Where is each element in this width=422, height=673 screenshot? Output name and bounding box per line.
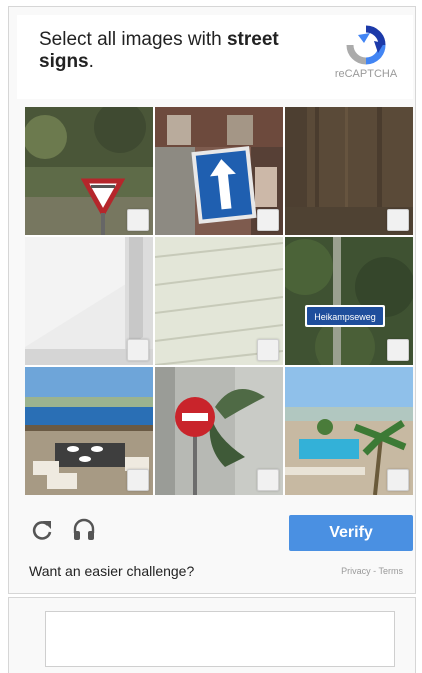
image-tile-2[interactable] [155,107,283,235]
street-sign-text: Heikampseweg [314,312,376,322]
tile-checkbox[interactable] [387,469,409,491]
tile-checkbox[interactable] [257,209,279,231]
tile-checkbox[interactable] [257,339,279,361]
tile-checkbox[interactable] [127,209,149,231]
image-tile-1[interactable] [25,107,153,235]
response-container [8,597,416,673]
image-tile-8[interactable] [155,367,283,495]
separator: - [370,566,379,576]
recaptcha-challenge-frame: Select all images with street signs. reC… [8,6,416,594]
tile-checkbox[interactable] [127,469,149,491]
tile-checkbox[interactable] [387,339,409,361]
headphones-icon[interactable] [71,517,97,543]
easier-challenge-link[interactable]: Want an easier challenge? [29,563,194,579]
response-field[interactable] [45,611,395,667]
image-tile-4[interactable] [25,237,153,365]
verify-button[interactable]: Verify [289,515,413,551]
image-tile-6[interactable]: Heikampseweg [285,237,413,365]
challenge-prompt: Select all images with street signs. [39,29,299,73]
image-tile-5[interactable] [155,237,283,365]
recaptcha-logo: reCAPTCHA [331,25,401,80]
recaptcha-label: reCAPTCHA [334,68,398,80]
prompt-text: Select all images with [39,29,227,50]
prompt-suffix: . [88,51,94,72]
challenge-tools [29,517,97,543]
image-tile-3[interactable] [285,107,413,235]
reload-icon[interactable] [29,517,55,543]
challenge-header: Select all images with street signs. reC… [17,15,413,99]
recaptcha-logo-icon [346,25,386,65]
image-tile-9[interactable] [285,367,413,495]
image-tile-7[interactable] [25,367,153,495]
image-grid: Heikampseweg [25,107,413,495]
tile-checkbox[interactable] [257,469,279,491]
tile-checkbox[interactable] [387,209,409,231]
privacy-link[interactable]: Privacy [341,566,371,576]
privacy-terms: Privacy - Terms [341,566,403,576]
terms-link[interactable]: Terms [379,566,404,576]
tile-checkbox[interactable] [127,339,149,361]
